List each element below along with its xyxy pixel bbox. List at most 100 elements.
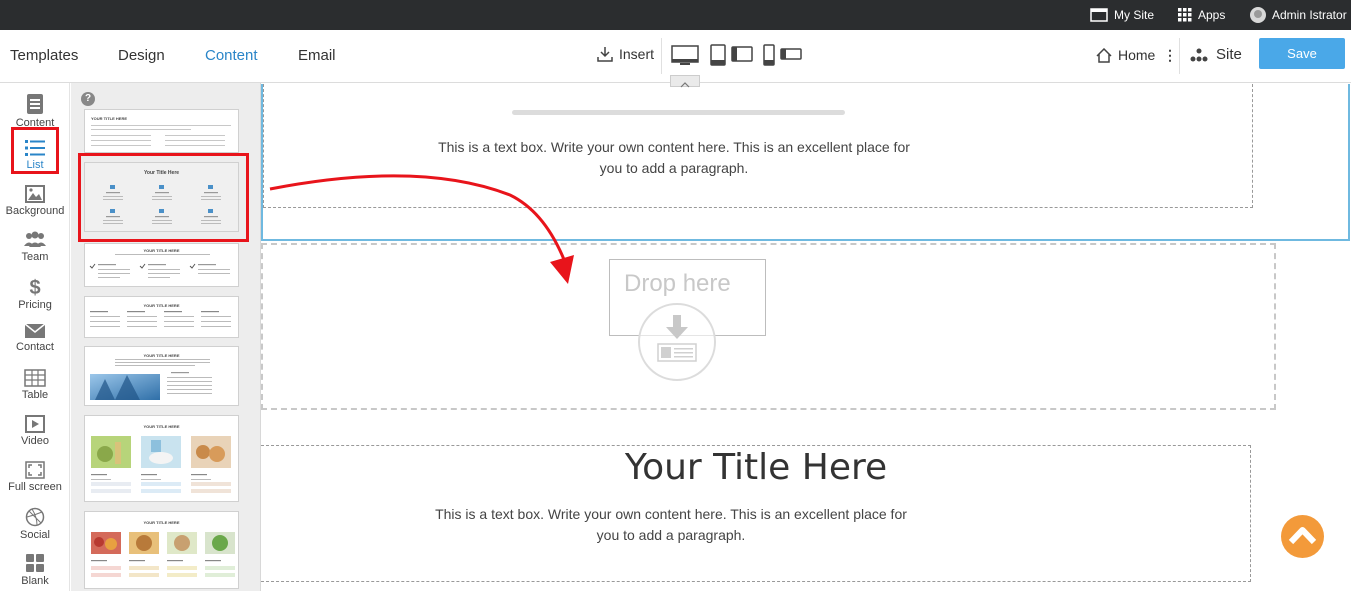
sidebar-item-label: Table (21, 389, 49, 401)
thumb-food-columns (91, 532, 235, 577)
list-template-thumb[interactable]: YOUR TITLE HERE (84, 346, 239, 406)
thumb-line (91, 135, 151, 136)
thumb-check-columns (89, 254, 230, 278)
scroll-to-top-button[interactable] (1281, 515, 1324, 558)
sidebar-item-label: Background (5, 205, 65, 217)
user-name: Admin Istrator (1272, 8, 1347, 22)
play-icon (25, 415, 45, 433)
list-template-thumb[interactable]: YOUR TITLE HERE (84, 296, 239, 338)
page-canvas: This is a text box. Write your own conte… (261, 75, 1351, 591)
dribbble-icon (25, 507, 45, 527)
selected-template-highlight (78, 153, 249, 242)
sidebar-item-blank[interactable]: Blank (0, 547, 70, 591)
browser-window-icon (1090, 8, 1108, 22)
sidebar-item-pricing[interactable]: $ Pricing (0, 271, 70, 315)
list-template-thumb[interactable]: YOUR TITLE HERE (84, 109, 239, 153)
drop-zone[interactable]: Drop here (261, 243, 1276, 410)
chevron-up-icon (680, 82, 690, 88)
site-tree-icon (1190, 48, 1208, 61)
document-icon (27, 94, 43, 114)
thumb-line (165, 135, 225, 136)
home-page-selector[interactable]: Home (1096, 47, 1155, 63)
dollar-icon: $ (29, 277, 40, 297)
sidebar-item-label: Social (20, 529, 50, 541)
toolbar-divider (661, 38, 662, 74)
list-template-thumb[interactable]: YOUR TITLE HERE (84, 511, 239, 589)
sidebar-item-label: Team (21, 251, 49, 263)
fullscreen-icon (25, 461, 45, 479)
image-icon (25, 185, 45, 203)
content-section-selected[interactable]: This is a text box. Write your own conte… (261, 75, 1350, 241)
sidebar-item-contact[interactable]: Contact (0, 317, 70, 361)
sidebar-item-video[interactable]: Video (0, 409, 70, 453)
avatar (1250, 7, 1266, 23)
my-site-label: My Site (1114, 8, 1155, 22)
text-block[interactable]: This is a text box. Write your own conte… (263, 84, 1253, 208)
sidebar-item-label: Full screen (8, 481, 62, 493)
apps-link[interactable]: Apps (1178, 0, 1225, 30)
svg-text:$: $ (29, 277, 40, 297)
site-menu[interactable]: Site (1190, 46, 1242, 63)
toolbar-divider (1179, 38, 1180, 74)
sidebar-item-background[interactable]: Background (0, 179, 70, 223)
sidebar-item-label: Blank (21, 575, 49, 587)
thumb-image-list (90, 359, 212, 400)
thumb-photo-columns (91, 436, 231, 493)
desktop-view-icon[interactable] (671, 45, 699, 67)
content-section[interactable]: Your Title Here This is a text box. Writ… (261, 445, 1251, 582)
drop-indicator-circle (638, 303, 716, 381)
envelope-icon (24, 323, 46, 338)
thumb-title: YOUR TITLE HERE (143, 424, 180, 429)
section-title[interactable]: Your Title Here (341, 447, 1171, 488)
divider-line (512, 110, 845, 115)
sidebar-item-social[interactable]: Social (0, 501, 70, 545)
apps-label: Apps (1198, 8, 1226, 22)
help-icon[interactable]: ? (81, 92, 95, 106)
save-button[interactable]: Save (1259, 38, 1345, 69)
paragraph-text[interactable]: This is a text box. Write your own conte… (261, 504, 1251, 546)
thumb-title: YOUR TITLE HERE (143, 303, 180, 308)
drop-here-label: Drop here (624, 270, 731, 297)
sidebar-item-label: Contact (16, 341, 54, 353)
home-icon (1096, 47, 1112, 63)
thumb-line (91, 140, 151, 141)
table-icon (24, 369, 46, 387)
chevron-up-icon (1288, 527, 1317, 545)
home-label: Home (1118, 47, 1156, 63)
user-menu[interactable]: Admin Istrator (1250, 0, 1347, 30)
thumb-line (91, 145, 151, 146)
apps-grid-icon (1178, 8, 1192, 22)
section-handle[interactable] (670, 75, 700, 88)
tab-design[interactable]: Design (118, 47, 165, 64)
tab-email[interactable]: Email (298, 47, 336, 64)
sidebar-item-full-screen[interactable]: Full screen (0, 455, 70, 499)
tab-templates[interactable]: Templates (10, 47, 78, 64)
sidebar-item-label: Pricing (18, 299, 52, 311)
more-options-icon[interactable]: ⋮ (1163, 47, 1177, 64)
top-bar: My Site Apps Admin Istrator (0, 0, 1351, 30)
site-label: Site (1216, 46, 1242, 63)
sidebar-item-content[interactable]: Content (0, 87, 70, 131)
insert-label: Insert (619, 46, 655, 62)
download-icon (597, 47, 613, 62)
tab-content[interactable]: Content (205, 47, 258, 64)
tablet-portrait-icon[interactable] (710, 44, 726, 66)
thumb-line (165, 145, 225, 146)
phone-landscape-icon[interactable] (780, 48, 802, 60)
my-site-link[interactable]: My Site (1090, 0, 1154, 30)
drop-arrow-icon (657, 315, 697, 362)
insert-button[interactable]: Insert (597, 46, 654, 62)
list-template-thumb[interactable]: YOUR TITLE HERE (84, 415, 239, 502)
phone-portrait-icon[interactable] (763, 44, 775, 66)
list-template-thumb[interactable]: YOUR TITLE HERE (84, 243, 239, 287)
sidebar-item-table[interactable]: Table (0, 363, 70, 407)
list-highlight-box (11, 127, 59, 174)
grid-icon (26, 554, 44, 572)
thumb-line (91, 125, 231, 126)
tablet-landscape-icon[interactable] (731, 46, 753, 62)
thumb-title: YOUR TITLE HERE (91, 116, 128, 121)
sidebar-item-label: Video (21, 435, 49, 447)
paragraph-text[interactable]: This is a text box. Write your own conte… (264, 137, 1254, 179)
sidebar-item-team[interactable]: Team (0, 225, 70, 269)
team-icon (24, 231, 46, 247)
